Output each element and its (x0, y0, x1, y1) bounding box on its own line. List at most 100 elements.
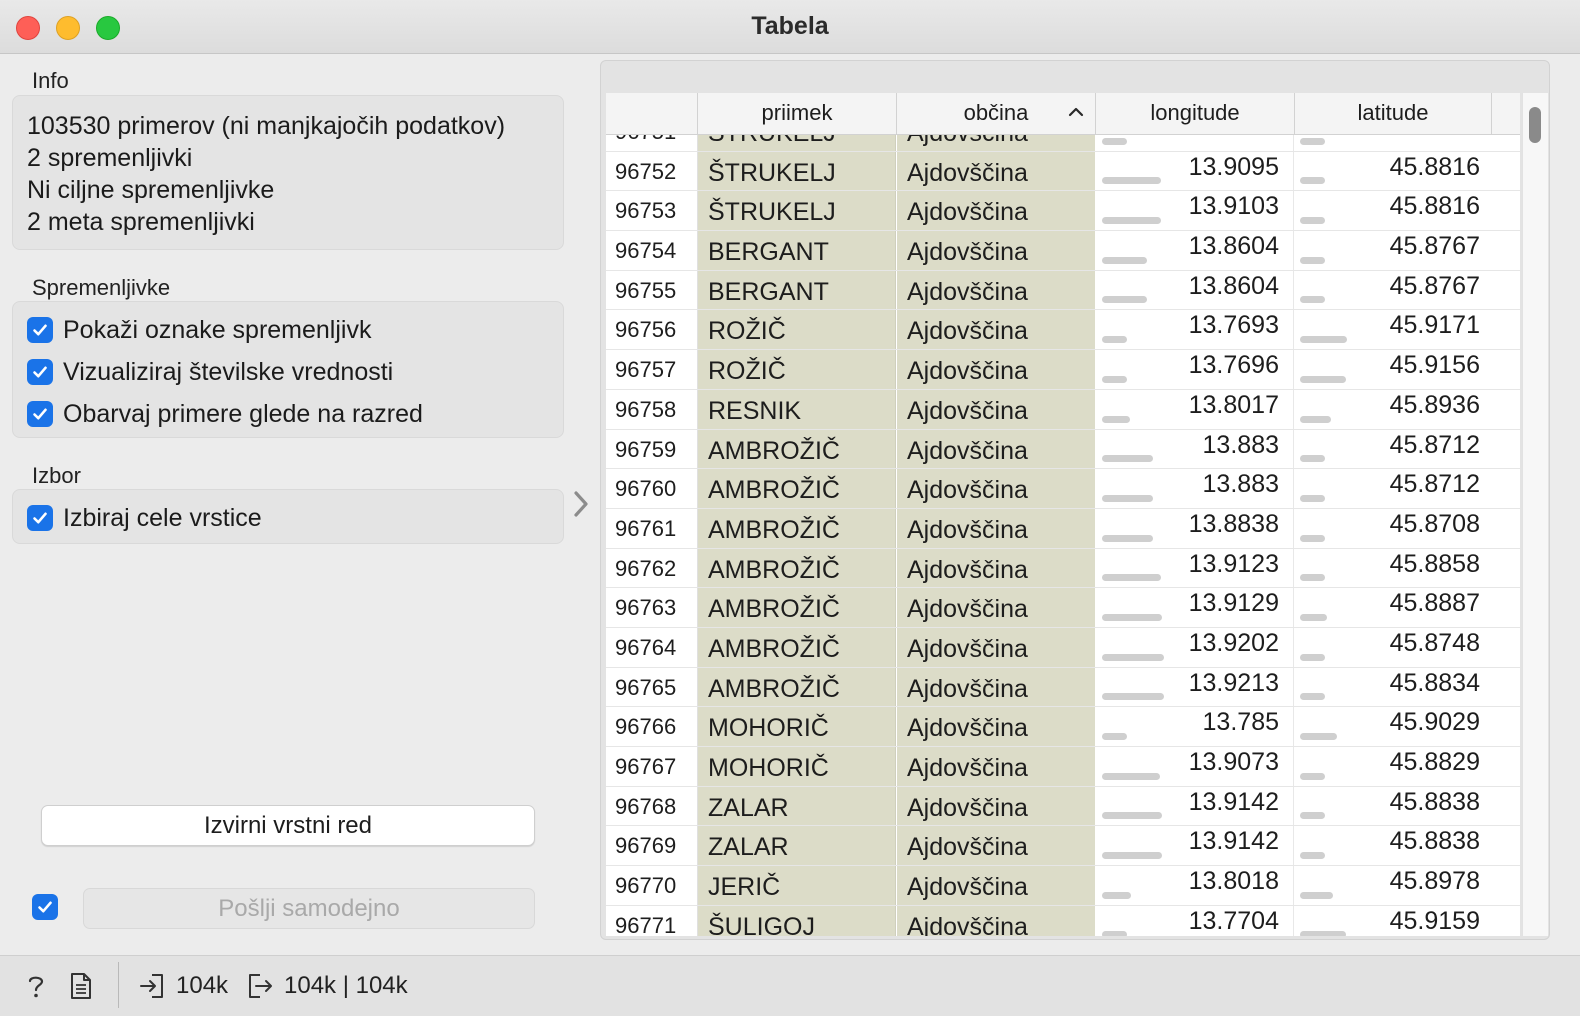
latitude-cell: 45.8936 (1294, 390, 1492, 429)
table-row[interactable]: 96762 AMBROŽIČ Ajdovščina 13.9123 45.8858 (606, 548, 1520, 589)
header-row-index[interactable] (606, 93, 698, 135)
table-row[interactable]: 96757 ROŽIČ Ajdovščina 13.7696 45.9156 (606, 350, 1520, 390)
select-rows-option[interactable]: Izbiraj cele vrstice (27, 503, 262, 533)
longitude-cell: 13.8604 (1096, 231, 1294, 270)
table-row[interactable]: 96765 AMBROŽIČ Ajdovščina 13.9213 45.8834 (606, 667, 1520, 708)
data-table[interactable]: priimek občina longitude latitude 96751 Š… (606, 93, 1520, 936)
select-rows-checkbox[interactable] (27, 505, 53, 531)
priimek-cell: BERGANT (698, 231, 896, 270)
priimek-cell-value: AMBROŽIČ (708, 436, 840, 465)
priimek-cell: BERGANT (698, 270, 896, 310)
value-bar (1300, 852, 1325, 860)
input-icon (140, 974, 163, 998)
obcina-cell-value: Ajdovščina (907, 793, 1028, 822)
restore-order-button[interactable]: Izvirni vrstni red (41, 805, 535, 846)
priimek-cell: ŠTRUKELJ (698, 135, 896, 151)
latitude-cell: 45.8829 (1294, 747, 1492, 786)
table-row[interactable]: 96768 ZALAR Ajdovščina 13.9142 45.8838 (606, 786, 1520, 827)
table-row[interactable]: 96756 ROŽIČ Ajdovščina 13.7693 45.9171 (606, 310, 1520, 351)
header-priimek[interactable]: priimek (698, 93, 897, 135)
obcina-cell: Ajdovščina (897, 270, 1095, 310)
priimek-cell-value: MOHORIČ (708, 714, 829, 743)
visualize-numeric-option[interactable]: Vizualiziraj številske vrednosti (27, 357, 393, 387)
longitude-cell: 13.785 (1096, 707, 1294, 746)
row-index-cell-value: 96767 (615, 754, 677, 779)
longitude-cell-value: 13.8604 (1188, 232, 1279, 261)
report-button[interactable] (67, 968, 95, 1004)
table-row[interactable]: 96760 AMBROŽIČ Ajdovščina 13.883 45.8712 (606, 469, 1520, 509)
longitude-cell: 13.7693 (1096, 310, 1294, 350)
table-row[interactable]: 96751 ŠTRUKELJ Ajdovščina (606, 135, 1520, 152)
priimek-cell-value: ŠTRUKELJ (708, 135, 836, 147)
collapse-panel-chevron-icon[interactable] (568, 486, 594, 522)
table-row[interactable]: 96769 ZALAR Ajdovščina 13.9142 45.8838 (606, 826, 1520, 867)
row-index-cell-value: 96763 (615, 595, 677, 621)
table-row[interactable]: 96754 BERGANT Ajdovščina 13.8604 45.8767 (606, 231, 1520, 271)
longitude-cell-value: 13.8604 (1188, 271, 1279, 300)
header-obcina[interactable]: občina (897, 93, 1096, 135)
value-bar (1102, 494, 1153, 502)
longitude-cell: 13.9202 (1096, 627, 1294, 667)
obcina-cell: Ajdovščina (897, 905, 1095, 936)
header-latitude[interactable]: latitude (1295, 93, 1492, 135)
table-row[interactable]: 96767 MOHORIČ Ajdovščina 13.9073 45.8829 (606, 747, 1520, 787)
longitude-cell: 13.8018 (1096, 866, 1294, 905)
table-row[interactable]: 96752 ŠTRUKELJ Ajdovščina 13.9095 45.8816 (606, 151, 1520, 192)
visualize-numeric-checkbox[interactable] (27, 359, 53, 385)
obcina-cell: Ajdovščina (897, 667, 1095, 707)
value-bar (1102, 852, 1162, 860)
color-by-class-checkbox[interactable] (27, 401, 53, 427)
value-bar (1102, 931, 1127, 936)
help-button[interactable] (22, 968, 50, 1004)
color-by-class-option[interactable]: Obarvaj primere glede na razred (27, 399, 423, 429)
table-row[interactable]: 96763 AMBROŽIČ Ajdovščina 13.9129 45.8887 (606, 588, 1520, 628)
longitude-cell-value: 13.8838 (1188, 509, 1279, 538)
value-bar (1300, 415, 1331, 423)
table-row[interactable]: 96764 AMBROŽIČ Ajdovščina 13.9202 45.8748 (606, 627, 1520, 668)
table-row[interactable]: 96770 JERIČ Ajdovščina 13.8018 45.8978 (606, 866, 1520, 906)
header-longitude[interactable]: longitude (1096, 93, 1295, 135)
table-row[interactable]: 96758 RESNIK Ajdovščina 13.8017 45.8936 (606, 389, 1520, 430)
output-icon (249, 974, 272, 998)
longitude-cell-value: 13.9129 (1188, 589, 1279, 618)
obcina-cell-value: Ajdovščina (907, 833, 1028, 862)
row-index-cell: 96754 (606, 231, 698, 270)
obcina-cell-value: Ajdovščina (907, 357, 1028, 386)
longitude-cell-value: 13.9142 (1188, 827, 1279, 856)
latitude-cell: 45.9156 (1294, 350, 1492, 389)
value-bar (1300, 733, 1337, 740)
longitude-cell-value: 13.9202 (1188, 628, 1279, 657)
longitude-cell-value: 13.8018 (1188, 867, 1279, 896)
row-index-cell-value: 96771 (615, 912, 677, 936)
table-vertical-scrollbar[interactable] (1522, 93, 1548, 936)
priimek-cell-value: ZALAR (708, 833, 789, 862)
obcina-cell-value: Ajdovščina (907, 873, 1028, 902)
send-auto-button[interactable]: Pošlji samodejno (83, 888, 535, 929)
table-row[interactable]: 96755 BERGANT Ajdovščina 13.8604 45.8767 (606, 270, 1520, 311)
show-labels-option[interactable]: Pokaži oznake spremenljivk (27, 315, 371, 345)
latitude-cell: 45.8816 (1294, 191, 1492, 230)
priimek-cell-value: AMBROŽIČ (708, 634, 840, 663)
table-row[interactable]: 96771 ŠULIGOJ Ajdovščina 13.7704 45.9159 (606, 905, 1520, 936)
variables-section-label: Spremenljivke (32, 275, 171, 300)
scrollbar-thumb[interactable] (1529, 107, 1541, 143)
table-row[interactable]: 96766 MOHORIČ Ajdovščina 13.785 45.9029 (606, 707, 1520, 747)
table-row[interactable]: 96761 AMBROŽIČ Ajdovščina 13.8838 45.8708 (606, 508, 1520, 549)
row-index-cell-value: 96759 (615, 436, 677, 462)
title-bar: Tabela (0, 0, 1580, 54)
row-index-cell-value: 96765 (615, 674, 677, 700)
longitude-cell: 13.8604 (1096, 270, 1294, 310)
latitude-cell-value: 45.8708 (1389, 509, 1480, 538)
table-row[interactable]: 96753 ŠTRUKELJ Ajdovščina 13.9103 45.8816 (606, 191, 1520, 232)
show-labels-checkbox[interactable] (27, 317, 53, 343)
table-row[interactable]: 96759 AMBROŽIČ Ajdovščina 13.883 45.8712 (606, 429, 1520, 470)
value-bar (1102, 137, 1127, 145)
obcina-cell: Ajdovščina (897, 707, 1095, 746)
longitude-cell: 13.883 (1096, 429, 1294, 469)
obcina-cell: Ajdovščina (897, 786, 1095, 826)
checkmark-icon (33, 366, 47, 378)
send-auto-checkbox[interactable] (32, 894, 58, 920)
value-bar (1300, 772, 1325, 780)
row-index-cell: 96759 (606, 429, 698, 469)
row-index-cell: 96765 (606, 667, 698, 707)
